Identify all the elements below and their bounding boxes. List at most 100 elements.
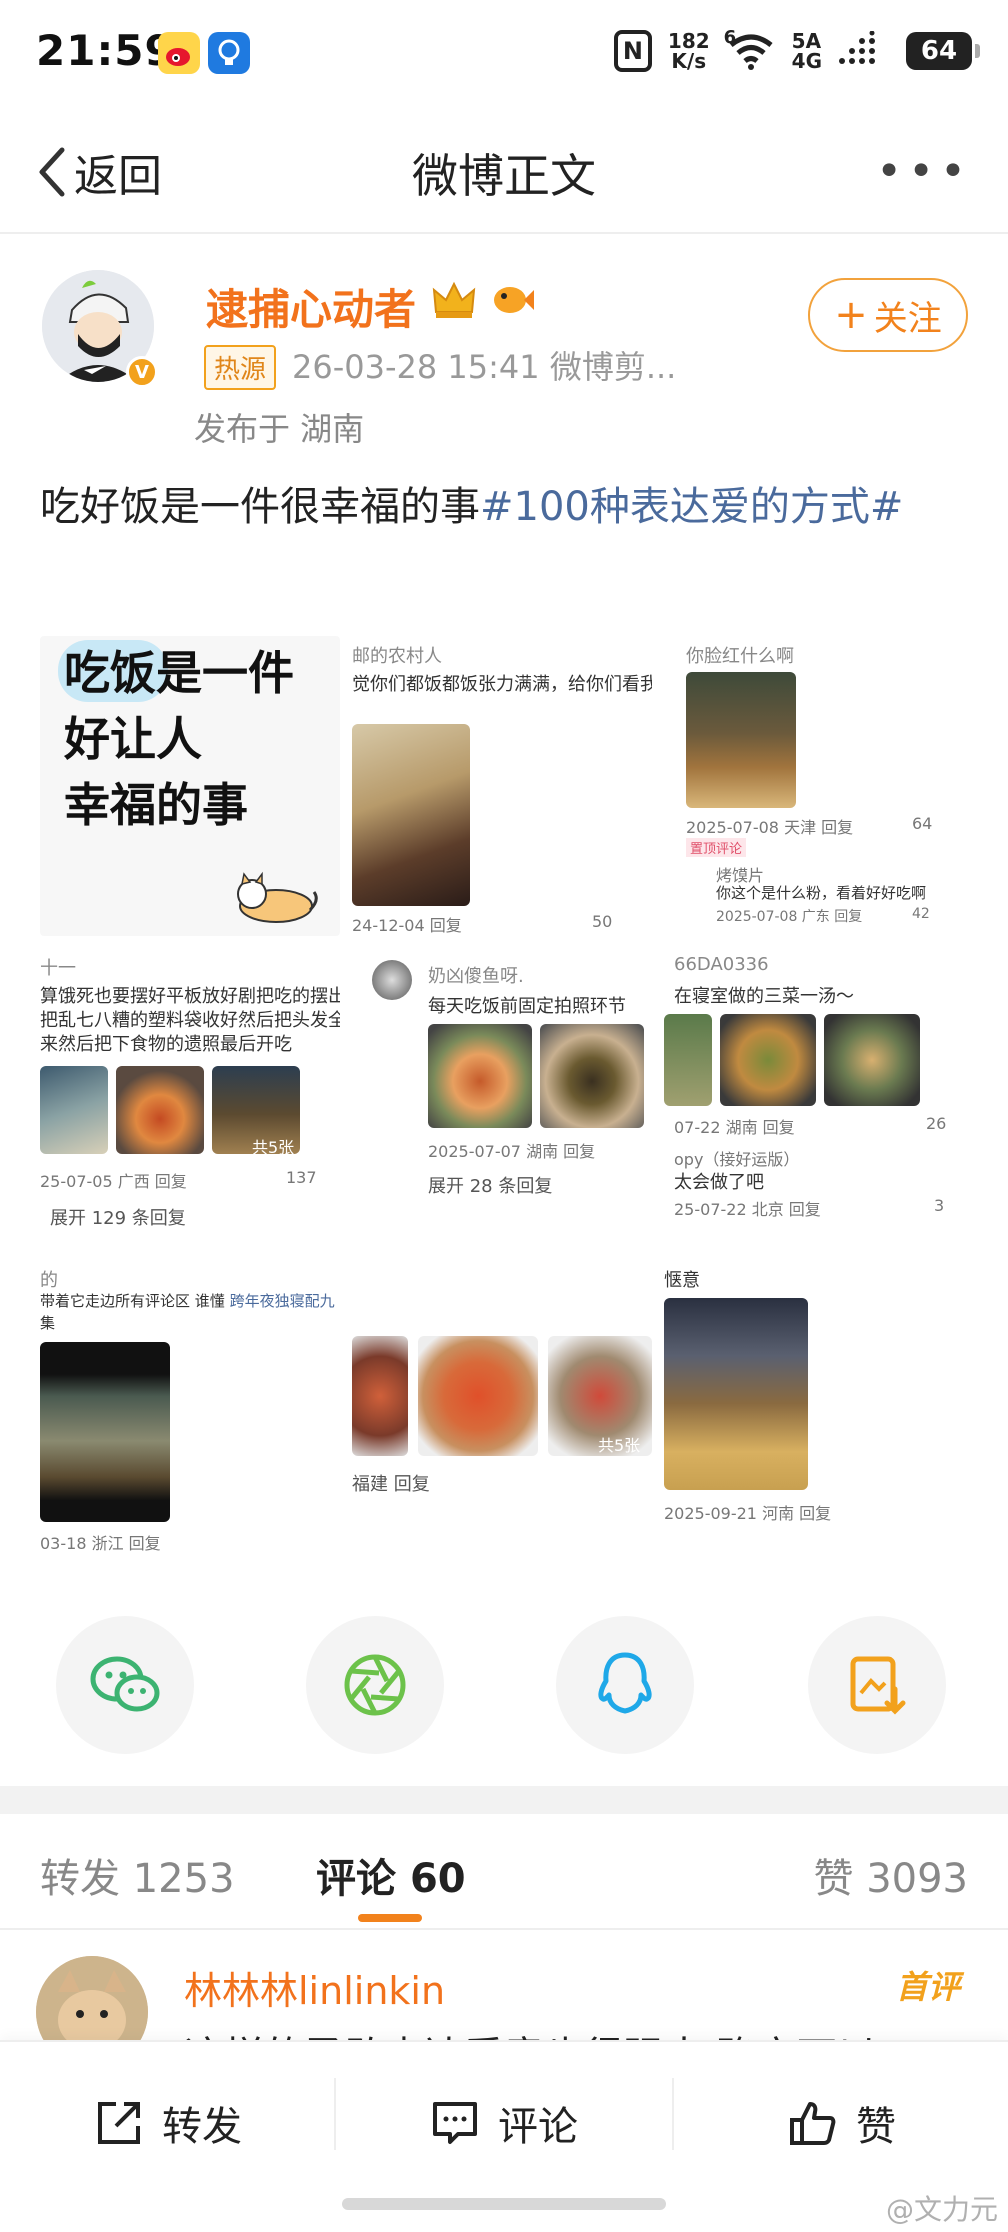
save-image-icon	[850, 1656, 906, 1715]
grid-image-6[interactable]: 66DA0336 在寝室做的三菜一汤～ 07-22 湖南 回复 26 opy（接…	[664, 948, 964, 1248]
screenshot-reply-meta: 2025-07-08 广东 回复	[716, 909, 863, 925]
source-tag: 热源	[204, 345, 277, 390]
screenshot-text: 十一	[40, 958, 76, 979]
signal-icon	[838, 30, 890, 71]
action-separator	[672, 2078, 674, 2150]
share-qq-button[interactable]	[556, 1616, 694, 1754]
grid-image-8[interactable]: 共5张 福建 回复	[352, 1260, 652, 1560]
screenshot-reply-text: 太会做了吧	[674, 1172, 764, 1193]
wifi-icon: 6	[724, 27, 776, 71]
watermark: @文力元	[885, 2193, 998, 2226]
home-indicator[interactable]	[342, 2198, 666, 2210]
commenter-name[interactable]: 林林林linlinkin	[184, 1960, 445, 2015]
screenshot-meta: 2025-09-21 河南 回复	[664, 1504, 832, 1523]
post-body: 吃好饭是一件很幸福的事	[40, 484, 480, 530]
qq-icon	[598, 1652, 652, 1714]
status-bar: 21:59 N 182 K/s 6 5A 4G 64	[0, 0, 1008, 110]
food-photo	[116, 1066, 204, 1154]
screenshot-text: 惬意	[664, 1270, 700, 1291]
screenshot-text: 带着它走边所有评论区 谁懂	[40, 1292, 225, 1310]
section-divider	[0, 1786, 1008, 1814]
food-photo	[686, 672, 796, 808]
tab-reposts-label: 转发	[40, 1856, 120, 1902]
screenshot-meta: 03-18 浙江 回复	[40, 1534, 161, 1553]
screenshot-text: 每天吃饭前固定拍照环节	[428, 996, 626, 1017]
screenshot-text: 算饿死也要摆好平板放好剧把吃的摆出	[40, 986, 340, 1007]
food-photo	[352, 724, 470, 906]
tab-comments-label: 评论	[316, 1856, 396, 1902]
author-badges	[430, 278, 536, 322]
commenter-avatar[interactable]	[36, 1956, 148, 2042]
screenshot-text: 邮的农村人	[352, 646, 442, 667]
screenshot-text-row: 带着它走边所有评论区 谁懂 跨年夜独寝配九	[40, 1290, 335, 1311]
food-photo	[824, 1014, 920, 1106]
topic-link[interactable]: #100种表达爱的方式#	[480, 484, 903, 530]
action-separator	[334, 2078, 336, 2150]
comment-button[interactable]: 评论	[430, 2094, 578, 2152]
grid-image-4[interactable]: 十一 算饿死也要摆好平板放好剧把吃的摆出 把乱七八糟的塑料袋收好然后把头发全 来…	[40, 948, 340, 1248]
grid-image-2[interactable]: 邮的农村人 觉你们都饭都饭张力满满，给你们看我们学 24-12-04 回复 50	[352, 636, 652, 936]
food-photo	[428, 1024, 532, 1128]
screenshot-likes: 50	[592, 912, 613, 931]
battery-indicator: 64	[906, 32, 980, 70]
screenshot-meta: 24-12-04 回复	[352, 916, 462, 935]
grid-image-7[interactable]: 的 带着它走边所有评论区 谁懂 跨年夜独寝配九 集 03-18 浙江 回复	[40, 1260, 340, 1560]
status-indicators: N 182 K/s 6 5A 4G 64	[613, 27, 980, 72]
image-text-line: 吃饭是一件	[64, 646, 294, 700]
grid-image-5[interactable]: 奶凶傻鱼呀. 每天吃饭前固定拍照环节 2025-07-07 湖南 回复 展开 2…	[352, 948, 652, 1248]
share-wechat-button[interactable]	[56, 1616, 194, 1754]
comment-icon	[433, 2102, 477, 2144]
follow-button[interactable]: + 关注	[808, 278, 968, 352]
like-button[interactable]: 赞	[788, 2094, 896, 2152]
tab-reposts[interactable]: 转发 1253	[40, 1846, 235, 1904]
food-photo	[664, 1298, 808, 1490]
screenshot-expand: 展开 129 条回复	[50, 1208, 186, 1229]
fish-badge-icon	[494, 287, 534, 313]
grid-image-1[interactable]: 吃饭是一件 好让人 幸福的事	[40, 636, 340, 936]
wifi-generation: 6	[723, 27, 737, 48]
author-name[interactable]: 逮捕心动者	[206, 276, 416, 337]
image-grid: 吃饭是一件 好让人 幸福的事 邮的农村人 觉你们都饭都饭张力满满，给你们看我们学…	[40, 636, 968, 1564]
image-text-line: 幸福的事	[64, 778, 248, 832]
status-time: 21:59	[36, 26, 175, 75]
engagement-tabs: 转发 1253 评论 60 赞 3093	[0, 1814, 1008, 1930]
grid-image-9[interactable]: 惬意 2025-09-21 河南 回复	[664, 1260, 964, 1560]
post-location: 发布于 湖南	[194, 410, 365, 448]
repost-icon	[98, 2102, 140, 2144]
screenshot-reply-meta: 25-07-22 北京 回复	[674, 1200, 821, 1219]
screenshot-reply-likes: 42	[912, 906, 930, 922]
cellular-label: 5A 4G	[792, 31, 822, 71]
screenshot-meta: 2025-07-07 湖南 回复	[428, 1142, 596, 1161]
food-photo	[352, 1336, 408, 1456]
moments-icon	[344, 1654, 406, 1716]
tab-likes[interactable]: 赞 3093	[813, 1846, 968, 1904]
cellular-top: 5A	[791, 29, 822, 53]
first-comment-badge: 首评	[895, 1968, 960, 2006]
repost-button[interactable]: 转发	[94, 2094, 242, 2152]
lightbulb-app-icon	[208, 32, 250, 74]
active-tab-indicator	[358, 1914, 422, 1922]
comment-item: 林林林linlinkin 首评 这样的勇敢表达爱意也很强大 确定可以	[0, 1932, 1008, 2042]
post-meta: 26-03-28 15:41 微博剪...	[292, 348, 677, 386]
weibo-app-icon	[158, 32, 200, 74]
screenshot-topic: 跨年夜独寝配九	[229, 1292, 335, 1310]
tab-likes-count: 3093	[866, 1856, 968, 1902]
image-count: 共5张	[598, 1436, 641, 1455]
save-image-button[interactable]	[808, 1616, 946, 1754]
tab-likes-label: 赞	[813, 1856, 854, 1902]
screenshot-expand: 展开 28 条回复	[428, 1176, 553, 1197]
grid-image-3[interactable]: 你脸红什么啊 2025-07-08 天津 回复 64 置顶评论 烤馍片 你这个是…	[664, 636, 964, 936]
share-moments-button[interactable]	[306, 1616, 444, 1754]
screenshot-reply-likes: 3	[934, 1196, 945, 1215]
more-options-icon[interactable]: •••	[876, 146, 972, 197]
food-photo	[40, 1066, 108, 1154]
food-photo	[664, 1014, 712, 1106]
screenshot-likes: 137	[286, 1168, 317, 1187]
crown-badge-icon	[432, 281, 476, 318]
plus-icon: +	[834, 292, 868, 338]
network-speed-value: 182	[667, 29, 710, 53]
tab-comments[interactable]: 评论 60	[316, 1846, 466, 1904]
screenshot-text: 来然后把下食物的遗照最后开吃	[40, 1034, 292, 1055]
page-title: 微博正文	[412, 149, 596, 203]
screenshot-text: 66DA0336	[674, 954, 769, 975]
